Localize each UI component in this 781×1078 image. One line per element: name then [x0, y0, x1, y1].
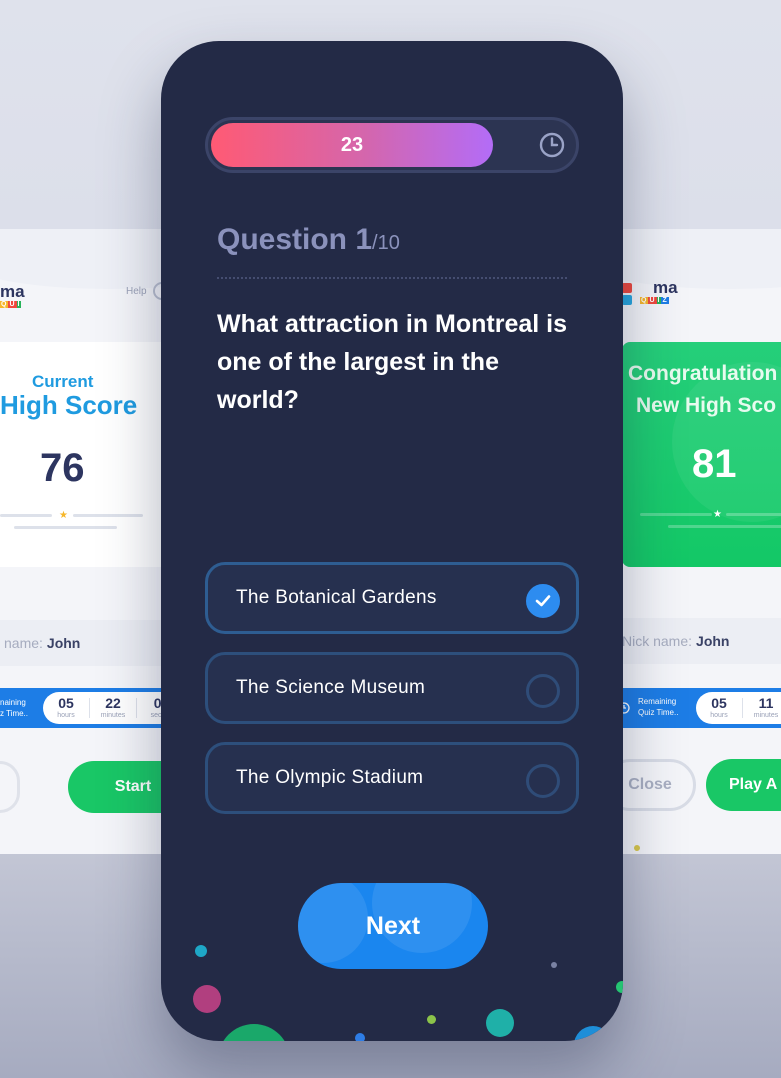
decor-dot [195, 945, 207, 957]
remaining-time-label: naining z Time.. [0, 698, 29, 718]
answer-label: The Botanical Gardens [236, 587, 437, 608]
timer-progress-track: 23 [205, 117, 579, 173]
logo-mark [622, 283, 632, 293]
score-value: 76 [40, 446, 85, 490]
help-label[interactable]: Help [126, 286, 147, 297]
logo: ma [0, 282, 25, 301]
timer-hours: 05 hours [710, 694, 728, 719]
decor-dot [634, 845, 640, 851]
next-button[interactable]: Next [298, 883, 488, 969]
logo-mark [622, 295, 632, 305]
star-icon: ★ [713, 509, 722, 520]
card-wave [0, 229, 180, 289]
nickname-label: Nick name: [622, 633, 693, 649]
question-number: Question 1 [217, 223, 373, 256]
answer-option-science-museum[interactable]: The Science Museum [205, 652, 579, 724]
decor-dot [551, 962, 557, 968]
left-quiz-card: ma QUI Help Current High Score 76 ★ name… [0, 229, 180, 854]
timer-progress-fill: 23 [211, 123, 493, 167]
play-again-button[interactable]: Play A [706, 759, 781, 811]
score-line-left [0, 514, 52, 517]
divider [217, 277, 567, 279]
star-icon: ★ [59, 510, 68, 521]
remaining-time-bar: naining z Time.. 05 hours 22 minutes 0: sec… [0, 688, 180, 728]
next-label: Next [365, 911, 421, 940]
score-subtitle: High Score [0, 390, 138, 420]
card-wave [600, 229, 781, 289]
nickname-value: John [696, 633, 730, 649]
decor-dot [193, 985, 221, 1013]
logo-subtitle: QUIZ [640, 297, 669, 304]
congrats-subtitle: New High Sco [636, 394, 777, 417]
button-bubble [298, 883, 368, 963]
nickname-value: John [46, 635, 81, 651]
answer-label: The Science Museum [236, 677, 426, 698]
new-high-score-panel: Congratulation New High Sco 81 ★ [622, 342, 781, 567]
logo: ma [653, 278, 678, 297]
answer-option-botanical-gardens[interactable]: The Botanical Gardens [205, 562, 579, 634]
score-title: Current [32, 372, 94, 391]
remaining-time-bar: Remaining Quiz Time.. 05 hours 11 minutes [618, 688, 781, 728]
decor-dot [486, 1009, 514, 1037]
decor-dot [427, 1015, 436, 1024]
timer-box: 05 hours 11 minutes [696, 692, 781, 724]
score-line-right [726, 513, 781, 516]
decor-dot [355, 1033, 365, 1041]
nickname-row: name: John [0, 620, 180, 666]
score-line-right [73, 514, 143, 517]
radio-icon[interactable] [526, 764, 560, 798]
question-text: What attraction in Montreal is one of th… [217, 310, 568, 414]
nickname-label: name: [4, 635, 43, 651]
decor-dot [616, 981, 623, 993]
right-quiz-card: ma QUIZ Congratulation New High Sco 81 ★… [600, 229, 781, 854]
timer-hours: 05 hours [57, 694, 75, 719]
question-total: /10 [372, 232, 400, 254]
remaining-time-label: Remaining Quiz Time.. [638, 697, 679, 717]
clock-icon [539, 132, 565, 158]
score-line-left [640, 513, 712, 516]
score-line-bottom [668, 525, 781, 528]
new-score-value: 81 [692, 442, 737, 486]
timer-value: 23 [340, 133, 364, 156]
decor-dot [218, 1024, 290, 1041]
timer-minutes: 11 minutes [753, 694, 779, 719]
check-icon[interactable] [526, 584, 560, 618]
close-button[interactable] [0, 761, 20, 813]
logo-subtitle: QUI [0, 301, 22, 308]
quiz-phone-screen: 23 Question 1/10 What attraction in Mont… [161, 41, 623, 1041]
timer-minutes: 22 minutes [100, 694, 126, 719]
score-line-bottom [14, 526, 117, 529]
question-counter: Question 1/10 [217, 223, 400, 257]
radio-icon[interactable] [526, 674, 560, 708]
answer-label: The Olympic Stadium [236, 767, 424, 788]
answer-option-olympic-stadium[interactable]: The Olympic Stadium [205, 742, 579, 814]
high-score-panel: Current High Score 76 ★ [0, 342, 180, 567]
timer-box: 05 hours 22 minutes 0: secon [43, 692, 180, 724]
nickname-row: Nick name: John [622, 618, 781, 664]
congrats-title: Congratulation [628, 362, 778, 385]
